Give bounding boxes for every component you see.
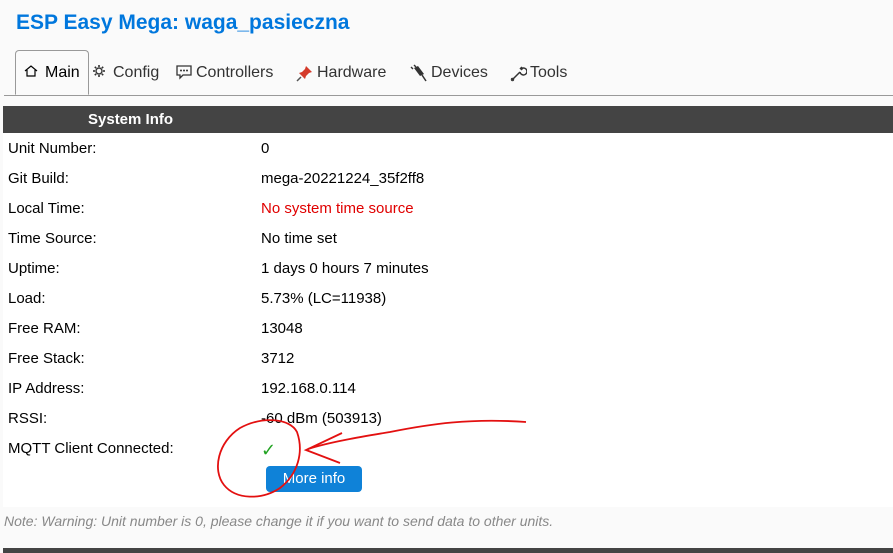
table-row: Unit Number: 0 [3, 133, 893, 163]
more-info-button[interactable]: More info [266, 466, 362, 492]
row-label: Free Stack: [8, 350, 85, 367]
page: ESP Easy Mega: waga_pasieczna Main Confi… [0, 0, 893, 553]
home-icon [24, 64, 42, 82]
row-value: No time set [261, 230, 337, 247]
button-row: More info [3, 463, 893, 507]
page-title: ESP Easy Mega: waga_pasieczna [16, 11, 350, 34]
tab-main-label: Main [45, 63, 80, 81]
table-row: IP Address: 192.168.0.114 [3, 373, 893, 403]
tab-controllers[interactable]: Controllers [175, 64, 273, 82]
tab-bar: Main Config Controllers Hardware Devices [4, 50, 893, 96]
tab-devices[interactable]: Devices [410, 64, 488, 82]
row-value: 0 [261, 140, 270, 157]
section-header: System Info [3, 106, 893, 133]
row-value: 3712 [261, 350, 295, 367]
check-icon: ✓ [261, 440, 277, 460]
tab-controllers-label: Controllers [196, 64, 274, 81]
row-label: Git Build: [8, 170, 69, 187]
warning-note: Note: Warning: Unit number is 0, please … [4, 513, 554, 529]
tab-main[interactable]: Main [15, 50, 89, 95]
tab-hardware[interactable]: Hardware [296, 64, 386, 82]
row-value: mega-20221224_35f2ff8 [261, 170, 425, 187]
table-row: Load: 5.73% (LC=11938) [3, 283, 893, 313]
chat-icon [175, 64, 193, 82]
row-label: Unit Number: [8, 140, 97, 157]
row-label: Load: [8, 290, 46, 307]
tab-tools[interactable]: Tools [509, 64, 567, 82]
tab-config-label: Config [113, 64, 160, 81]
gear-icon [92, 64, 110, 82]
table-row: Free Stack: 3712 [3, 343, 893, 373]
tab-hardware-label: Hardware [317, 64, 387, 81]
tab-devices-label: Devices [431, 64, 488, 81]
row-label: Free RAM: [8, 320, 81, 337]
system-info-table: Unit Number: 0 Git Build: mega-20221224_… [3, 133, 893, 507]
table-row: Git Build: mega-20221224_35f2ff8 [3, 163, 893, 193]
row-value: 192.168.0.114 [261, 380, 356, 397]
table-row: Free RAM: 13048 [3, 313, 893, 343]
table-row: Local Time: No system time source [3, 193, 893, 223]
row-value: 5.73% (LC=11938) [261, 290, 387, 307]
row-label: RSSI: [8, 410, 48, 427]
table-row: Time Source: No time set [3, 223, 893, 253]
tab-config[interactable]: Config [92, 64, 159, 82]
row-label: Time Source: [8, 230, 97, 247]
row-label: IP Address: [8, 380, 85, 397]
wrench-icon [509, 64, 527, 82]
row-value: -60 dBm (503913) [261, 410, 382, 427]
row-value-error: No system time source [261, 200, 414, 217]
footer-divider [3, 548, 893, 553]
table-row: Uptime: 1 days 0 hours 7 minutes [3, 253, 893, 283]
pin-icon [296, 64, 314, 82]
table-row: RSSI: -60 dBm (503913) [3, 403, 893, 433]
table-row: MQTT Client Connected: ✓ [3, 433, 893, 463]
row-label: Uptime: [8, 260, 60, 277]
row-value: 13048 [261, 320, 303, 337]
section-title: System Info [88, 111, 174, 128]
tab-tools-label: Tools [530, 64, 568, 81]
row-value: 1 days 0 hours 7 minutes [261, 260, 429, 277]
row-label: MQTT Client Connected: [8, 440, 174, 457]
row-label: Local Time: [8, 200, 85, 217]
plug-icon [410, 64, 428, 82]
